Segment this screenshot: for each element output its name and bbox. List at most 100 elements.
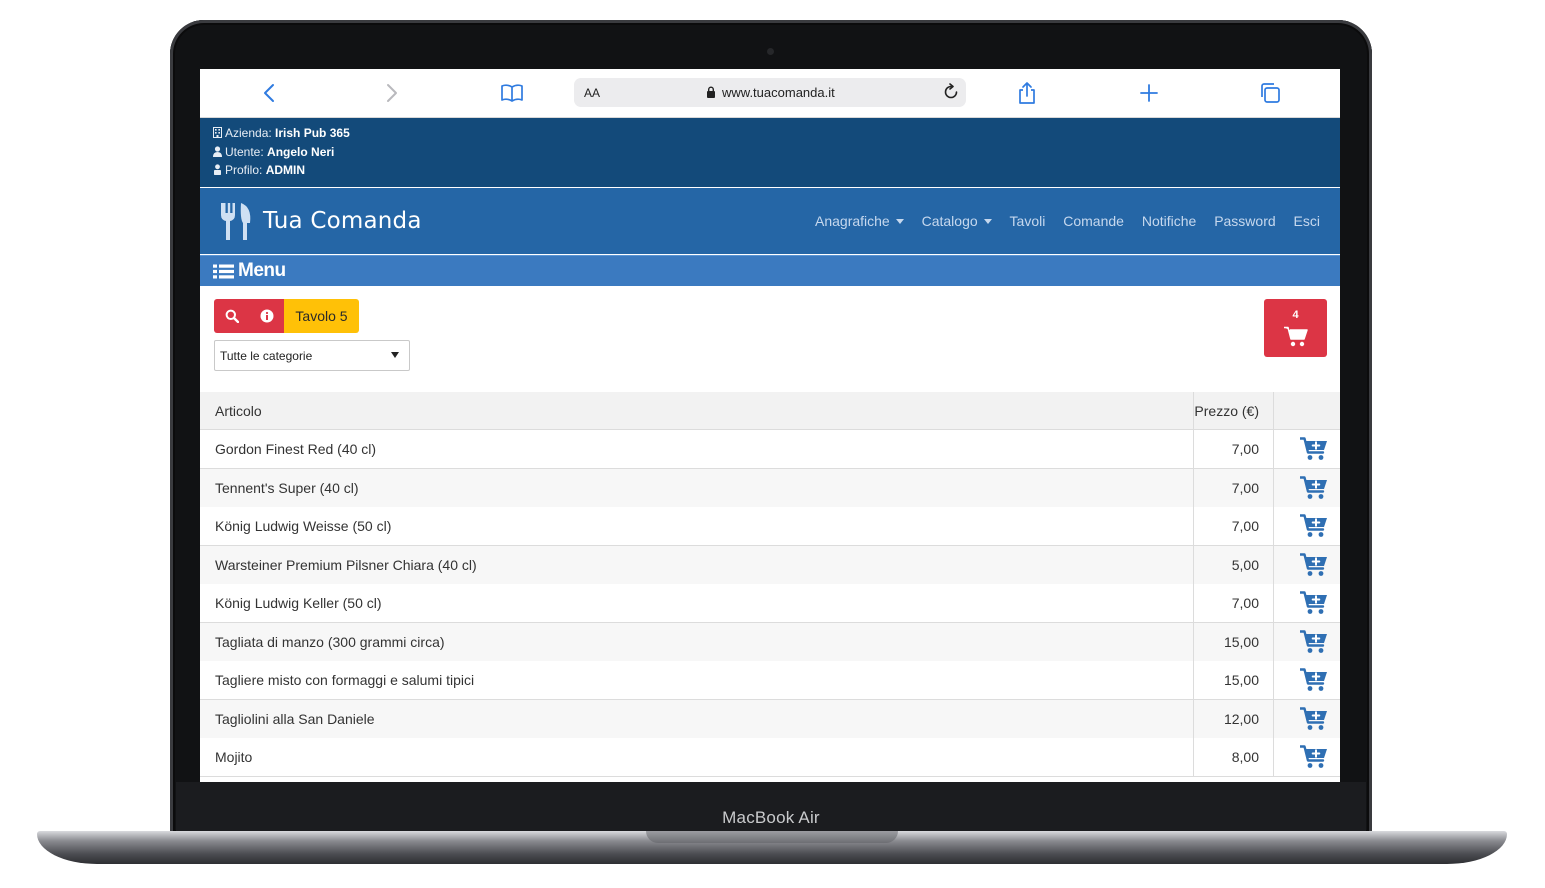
address-bar[interactable]: AA www.tuacomanda.it [574, 78, 966, 107]
table-row: Tagliolini alla San Daniele 12,00 [200, 700, 1340, 739]
table-button[interactable]: Tavolo 5 [284, 299, 359, 333]
item-name: Warsteiner Premium Pilsner Chiara (40 cl… [215, 557, 477, 573]
item-name: Tagliata di manzo (300 grammi circa) [215, 634, 445, 650]
menu-title: Menu [238, 260, 286, 281]
add-to-cart-button[interactable] [1300, 630, 1328, 654]
nav-catalogo-label: Catalogo [921, 213, 978, 229]
price-cell: 15,00 [1193, 623, 1274, 661]
cart-plus-icon [1300, 476, 1327, 499]
table-row: König Ludwig Keller (50 cl) 7,00 [200, 584, 1340, 623]
add-to-cart-button[interactable] [1300, 437, 1328, 461]
item-price: 7,00 [1231, 480, 1259, 496]
screen: AA www.tuacomanda.it Azienda: Irish Pub … [200, 69, 1340, 782]
add-to-cart-button[interactable] [1300, 668, 1328, 692]
nav-anagrafiche-label: Anagrafiche [815, 213, 890, 229]
nav-comande[interactable]: Comande [1063, 213, 1124, 229]
price-cell: 7,00 [1193, 584, 1274, 622]
info-icon [260, 309, 274, 323]
table-row: Tennent's Super (40 cl) 7,00 [200, 469, 1340, 508]
reload-icon[interactable] [942, 83, 960, 101]
caret-down-icon [895, 219, 904, 224]
nav-tavoli[interactable]: Tavoli [1010, 213, 1046, 229]
table-row: Gordon Finest Red (40 cl) 7,00 [200, 430, 1340, 469]
device-label: MacBook Air [722, 808, 820, 827]
book-icon[interactable] [500, 81, 524, 105]
azienda-value: Irish Pub 365 [275, 126, 350, 140]
item-price: 7,00 [1231, 441, 1259, 457]
add-to-cart-button[interactable] [1300, 745, 1328, 769]
price-cell: 5,00 [1193, 546, 1274, 584]
add-to-cart-button[interactable] [1300, 707, 1328, 731]
nav-esci[interactable]: Esci [1294, 213, 1320, 229]
nav-catalogo[interactable]: Catalogo [922, 213, 992, 229]
main-navbar: Tua Comanda Anagrafiche Catalogo Tavoli … [200, 188, 1340, 254]
price-cell: 12,00 [1193, 700, 1274, 738]
nav-links: Anagrafiche Catalogo Tavoli Comande Noti… [801, 213, 1320, 229]
item-name: Tagliere misto con formaggi e salumi tip… [215, 672, 475, 688]
item-price: 12,00 [1223, 711, 1259, 727]
cart-plus-icon [1300, 745, 1327, 768]
price-cell: 7,00 [1193, 430, 1274, 468]
share-icon[interactable] [1015, 81, 1039, 105]
chevron-left-icon[interactable] [258, 81, 282, 105]
url-text: www.tuacomanda.it [722, 85, 835, 100]
nav-anagrafiche[interactable]: Anagrafiche [815, 213, 904, 229]
laptop-notch [646, 831, 898, 843]
price-cell: 8,00 [1193, 738, 1274, 776]
shopping-cart-icon [1284, 326, 1308, 347]
search-button[interactable] [214, 299, 249, 333]
info-button[interactable] [249, 299, 284, 333]
user-lock-icon [214, 164, 221, 175]
table-header-row: Articolo Prezzo (€) [200, 392, 1340, 430]
item-price: 7,00 [1231, 518, 1259, 534]
profilo-label: Profilo: [225, 163, 263, 177]
table-row: Warsteiner Premium Pilsner Chiara (40 cl… [200, 546, 1340, 585]
list-icon [213, 264, 234, 279]
chevron-right-icon[interactable] [379, 81, 403, 105]
reader-aa-button[interactable]: AA [584, 86, 600, 100]
item-price: 5,00 [1231, 557, 1259, 573]
menu-header: Menu [200, 255, 1340, 286]
item-price: 15,00 [1223, 634, 1259, 650]
item-price: 15,00 [1223, 672, 1259, 688]
category-select-value: Tutte le categorie [220, 349, 313, 363]
item-name: Gordon Finest Red (40 cl) [215, 441, 377, 457]
lock-icon [707, 86, 715, 98]
plus-icon[interactable] [1137, 81, 1161, 105]
add-to-cart-button[interactable] [1300, 591, 1328, 615]
profilo-row: Profilo: ADMIN [213, 162, 305, 178]
header-price: Prezzo (€) [1194, 403, 1259, 419]
utente-value: Angelo Neri [267, 145, 335, 159]
category-select[interactable]: Tutte le categorie [214, 340, 410, 371]
caret-down-icon [983, 219, 992, 224]
cart-plus-icon [1300, 630, 1327, 653]
table-row: Mojito 8,00 [200, 738, 1340, 777]
brand-name[interactable]: Tua Comanda [263, 208, 422, 234]
price-cell: 7,00 [1193, 469, 1274, 507]
profilo-value: ADMIN [265, 163, 306, 177]
azienda-row: Azienda: Irish Pub 365 [213, 125, 350, 141]
item-name: König Ludwig Weisse (50 cl) [215, 518, 392, 534]
cart-button[interactable]: 4 [1264, 299, 1327, 357]
tabs-icon[interactable] [1258, 81, 1282, 105]
item-name: Tagliolini alla San Daniele [215, 711, 375, 727]
add-to-cart-button[interactable] [1300, 553, 1328, 577]
price-cell: 7,00 [1193, 507, 1274, 545]
fork-knife-logo-icon[interactable] [219, 201, 253, 241]
table-row: Tagliere misto con formaggi e salumi tip… [200, 661, 1340, 700]
header-price-cell: Prezzo (€) [1193, 392, 1274, 429]
header-article: Articolo [215, 403, 262, 419]
cart-plus-icon [1300, 591, 1327, 614]
cart-count-badge: 4 [1292, 309, 1299, 321]
browser-toolbar: AA www.tuacomanda.it [200, 69, 1340, 118]
cart-plus-icon [1300, 668, 1327, 691]
cart-plus-icon [1300, 707, 1327, 730]
cart-plus-icon [1300, 553, 1327, 576]
nav-password[interactable]: Password [1214, 213, 1275, 229]
item-price: 7,00 [1231, 595, 1259, 611]
utente-label: Utente: [225, 145, 264, 159]
add-to-cart-button[interactable] [1300, 476, 1328, 500]
nav-notifiche[interactable]: Notifiche [1142, 213, 1196, 229]
table-row: Tagliata di manzo (300 grammi circa) 15,… [200, 623, 1340, 662]
add-to-cart-button[interactable] [1300, 514, 1328, 538]
